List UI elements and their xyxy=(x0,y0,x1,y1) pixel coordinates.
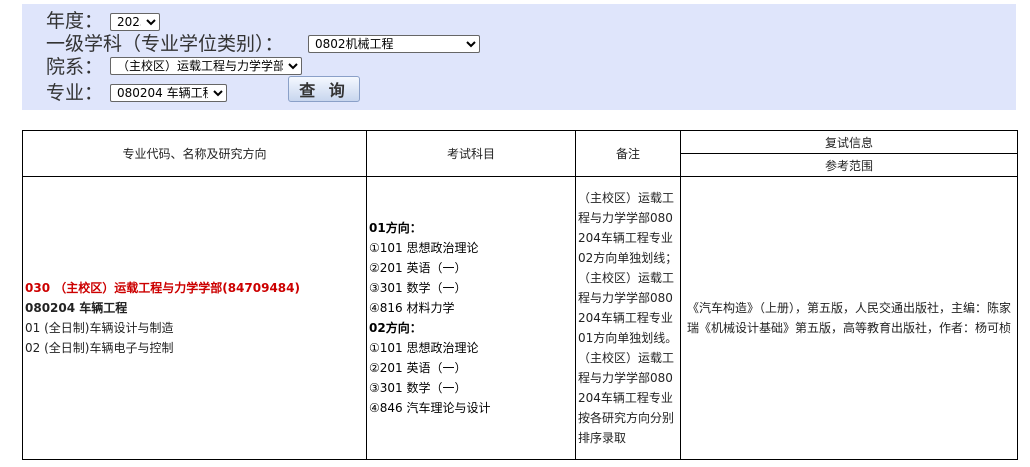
header-program: 专业代码、名称及研究方向 xyxy=(22,130,367,177)
header-reference: 参考范围 xyxy=(680,153,1018,177)
exam-subject: ④846 汽车理论与设计 xyxy=(369,401,491,415)
discipline-label: 一级学科（专业学位类别）： xyxy=(46,33,284,55)
remarks-cell: （主校区）运载工程与力学学部080204车辆工程专业02方向单独划线；（主校区）… xyxy=(575,176,681,460)
exam-subject: ④816 材料力学 xyxy=(369,301,455,315)
query-filter-panel: 年度： 2023 一级学科（专业学位类别）： 0802机械工程 院系： （主校区… xyxy=(22,4,1016,110)
year-select[interactable]: 2023 xyxy=(110,13,160,31)
exam-subject: ①101 思想政治理论 xyxy=(369,341,479,355)
major-name-line: 080204 车辆工程 xyxy=(25,301,128,315)
major-select[interactable]: 080204 车辆工程 xyxy=(110,84,227,102)
exam-cell: 01方向： ①101 思想政治理论 ②201 英语（一） ③301 数学（一） … xyxy=(366,176,576,460)
results-table: 专业代码、名称及研究方向 考试科目 备注 复试信息 参考范围 030 （主校区）… xyxy=(22,130,1018,460)
exam-subject: ③301 数学（一） xyxy=(369,281,467,295)
header-exam: 考试科目 xyxy=(366,130,576,177)
department-select[interactable]: （主校区）运载工程与力学学部 xyxy=(110,57,302,75)
research-direction-1: 01 (全日制)车辆设计与制造 xyxy=(25,321,174,335)
reference-cell: 《汽车构造》（上册），第五版，人民交通出版社，主编：陈家瑞《机械设计基础》第五版… xyxy=(680,176,1018,460)
query-button[interactable]: 查 询 xyxy=(288,76,360,102)
table-row: 030 （主校区）运载工程与力学学部(84709484) 080204 车辆工程… xyxy=(22,176,1018,460)
year-label: 年度： xyxy=(46,10,104,32)
exam-subject: ③301 数学（一） xyxy=(369,381,467,395)
discipline-select[interactable]: 0802机械工程 xyxy=(308,35,480,53)
department-code-line: 030 （主校区）运载工程与力学学部(84709484) xyxy=(25,281,300,295)
exam-direction-2-title: 02方向： xyxy=(369,321,422,335)
department-label: 院系： xyxy=(46,56,104,78)
exam-subject: ②201 英语（一） xyxy=(369,361,467,375)
exam-subject: ①101 思想政治理论 xyxy=(369,241,479,255)
exam-direction-1-title: 01方向： xyxy=(369,221,422,235)
exam-subject: ②201 英语（一） xyxy=(369,261,467,275)
research-direction-2: 02 (全日制)车辆电子与控制 xyxy=(25,341,174,355)
major-label: 专业： xyxy=(46,82,104,104)
header-remarks: 备注 xyxy=(575,130,681,177)
header-retest: 复试信息 xyxy=(680,130,1018,154)
program-cell: 030 （主校区）运载工程与力学学部(84709484) 080204 车辆工程… xyxy=(22,176,367,460)
